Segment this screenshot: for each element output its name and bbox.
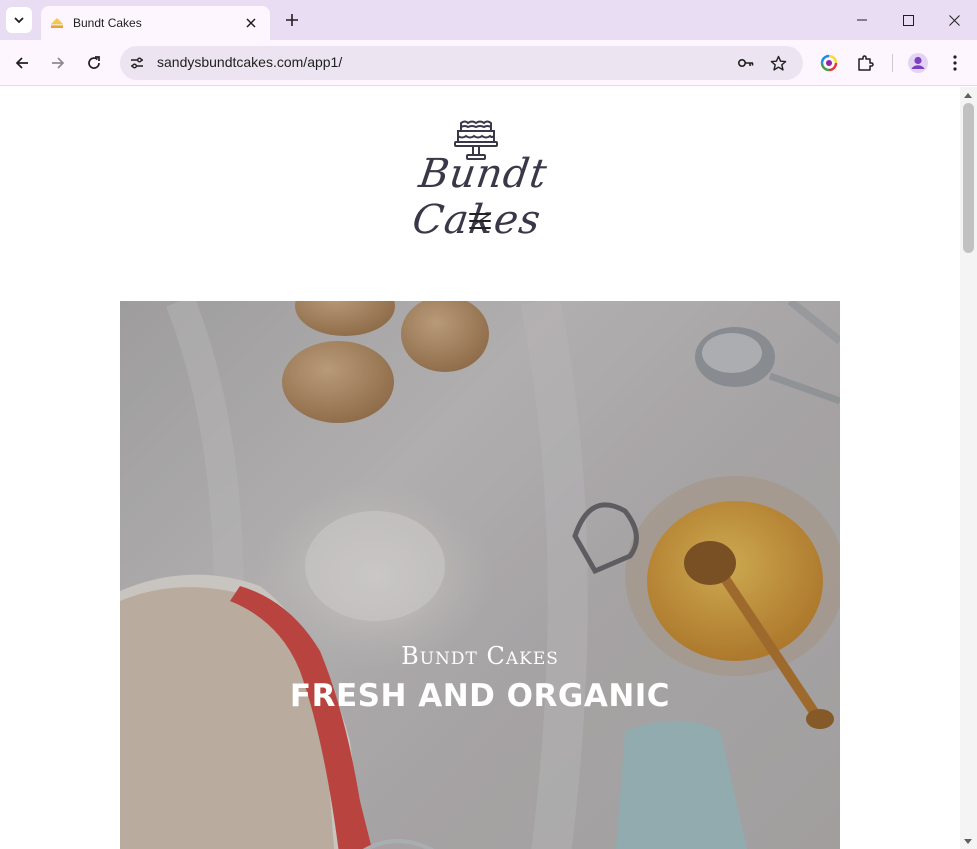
close-window-button[interactable] bbox=[931, 0, 977, 40]
scrollbar-thumb[interactable] bbox=[963, 103, 974, 253]
reload-icon bbox=[88, 56, 100, 69]
bookmark-button[interactable] bbox=[766, 51, 790, 75]
hero-overlay bbox=[120, 301, 840, 849]
extension-color-button[interactable] bbox=[815, 49, 843, 77]
menu-bar bbox=[469, 213, 491, 215]
tune-icon bbox=[131, 57, 143, 69]
menu-bar bbox=[469, 220, 491, 222]
page-scrollbar[interactable] bbox=[960, 87, 977, 849]
extensions-button[interactable] bbox=[851, 49, 879, 77]
tab-title: Bundt Cakes bbox=[73, 16, 142, 30]
maximize-icon bbox=[902, 14, 914, 26]
maximize-button[interactable] bbox=[885, 0, 931, 40]
hero-subtitle: Bundt Cakes bbox=[401, 642, 559, 670]
avatar-icon bbox=[908, 53, 928, 73]
browser-menu-button[interactable] bbox=[941, 49, 969, 77]
forward-button[interactable] bbox=[44, 49, 72, 77]
puzzle-icon bbox=[858, 55, 874, 71]
hero-title: FRESH AND ORGANIC bbox=[289, 678, 671, 714]
url-text[interactable]: sandysbundtcakes.com/app1/ bbox=[157, 54, 342, 70]
password-manager-button[interactable] bbox=[734, 51, 758, 75]
kebab-menu-icon bbox=[953, 55, 957, 71]
profile-button[interactable] bbox=[904, 49, 932, 77]
scroll-up-arrow-icon[interactable] bbox=[964, 93, 972, 98]
site-logo[interactable]: Bundt Cakes bbox=[370, 115, 590, 243]
close-icon bbox=[948, 14, 960, 26]
hamburger-menu-icon[interactable] bbox=[468, 212, 492, 230]
scroll-down-arrow-icon[interactable] bbox=[964, 839, 972, 844]
address-bar[interactable]: sandysbundtcakes.com/app1/ bbox=[120, 46, 803, 80]
key-icon bbox=[737, 59, 754, 68]
reload-button[interactable] bbox=[80, 49, 108, 77]
active-tab[interactable]: Bundt Cakes bbox=[41, 6, 270, 40]
site-info-button[interactable] bbox=[125, 51, 149, 75]
plus-icon bbox=[286, 14, 298, 26]
hero-banner: Bundt Cakes FRESH AND ORGANIC bbox=[120, 301, 840, 849]
browser-toolbar: sandysbundtcakes.com/app1/ bbox=[0, 40, 977, 86]
back-button[interactable] bbox=[8, 49, 36, 77]
tab-strip: Bundt Cakes bbox=[0, 0, 977, 40]
star-icon bbox=[770, 55, 786, 71]
tab-close-button[interactable] bbox=[242, 14, 260, 32]
menu-bar bbox=[469, 227, 491, 229]
close-icon bbox=[246, 18, 256, 28]
minimize-icon bbox=[857, 19, 867, 21]
page-viewport: Bundt Cakes bbox=[0, 87, 960, 849]
tab-search-button[interactable] bbox=[6, 7, 32, 33]
toolbar-separator bbox=[892, 54, 893, 72]
minimize-button[interactable] bbox=[839, 0, 885, 40]
arrow-left-icon bbox=[15, 57, 28, 69]
arrow-right-icon bbox=[52, 57, 65, 69]
color-wheel-icon bbox=[820, 54, 838, 72]
new-tab-button[interactable] bbox=[281, 9, 303, 31]
cake-icon bbox=[51, 18, 63, 28]
chevron-down-icon bbox=[14, 17, 24, 24]
